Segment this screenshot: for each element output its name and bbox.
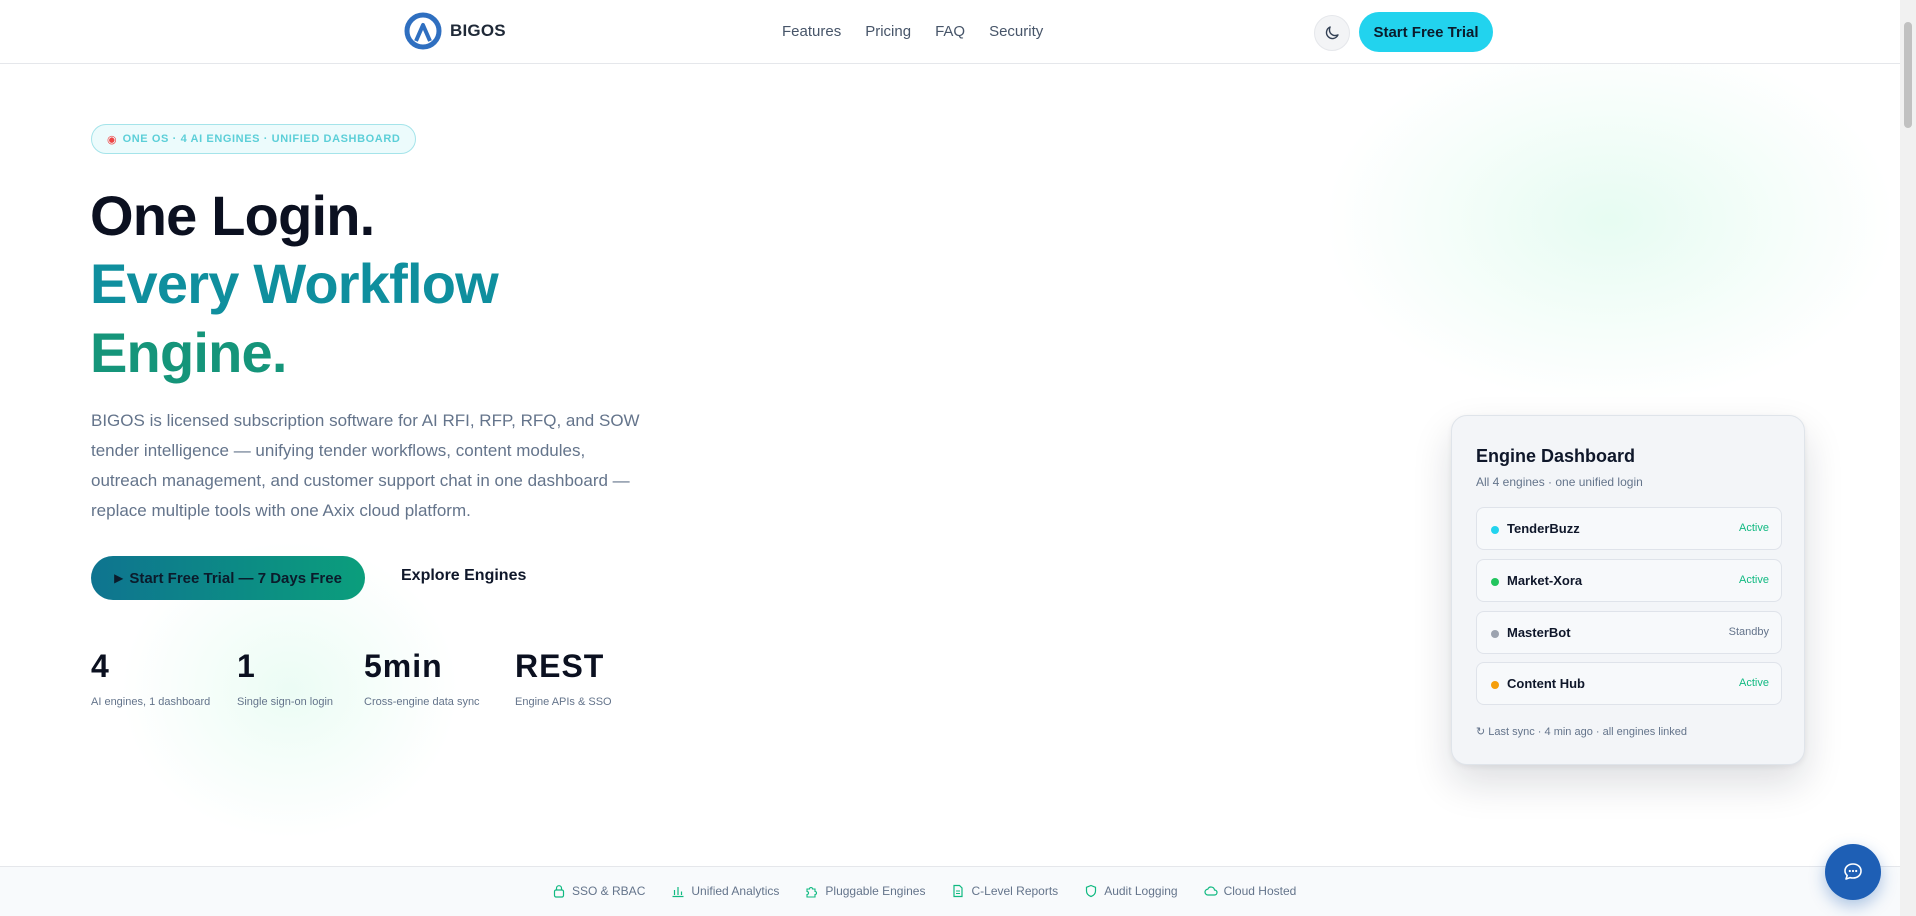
- engine-status: Standby: [1728, 626, 1769, 638]
- engine-dashboard-card: Engine Dashboard All 4 engines · one uni…: [1451, 415, 1805, 765]
- engine-name: MasterBot: [1507, 625, 1571, 640]
- status-dot: [1491, 526, 1499, 534]
- background-glow-right: [1330, 40, 1890, 400]
- lock-icon: [553, 885, 565, 898]
- status-dot: [1491, 630, 1499, 638]
- hero-badge-text: ONE OS · 4 AI ENGINES · UNIFIED DASHBOAR…: [122, 133, 401, 145]
- feature-reports: C-Level Reports: [951, 884, 1058, 898]
- nav-link-pricing[interactable]: Pricing: [865, 23, 911, 40]
- feature-label: Pluggable Engines: [825, 884, 926, 898]
- card-title: Engine Dashboard: [1476, 446, 1636, 466]
- nav-link-features[interactable]: Features: [782, 23, 841, 40]
- headline-line-2: Every Workflow: [90, 252, 499, 315]
- stat-value: 1: [237, 648, 256, 684]
- feature-label: Audit Logging: [1104, 884, 1178, 898]
- start-trial-primary-button[interactable]: ▶ Start Free Trial — 7 Days Free: [91, 556, 365, 600]
- engine-name: Market-Xora: [1507, 573, 1583, 588]
- engine-name: TenderBuzz: [1507, 521, 1580, 536]
- start-trial-primary-label: Start Free Trial — 7 Days Free: [129, 569, 342, 587]
- stat-api: REST Engine APIs & SSO: [515, 650, 612, 708]
- page-scrollbar[interactable]: [1900, 0, 1916, 916]
- moon-icon: [1325, 26, 1339, 40]
- shield-icon: [1086, 884, 1097, 898]
- explore-engines-link[interactable]: Explore Engines: [401, 567, 526, 585]
- chat-bubble-icon: [1844, 863, 1862, 880]
- brain-icon: ◉: [107, 133, 117, 146]
- feature-label: SSO & RBAC: [572, 884, 646, 898]
- stat-sso: 1 Single sign-on login: [237, 650, 333, 708]
- feature-cloud: Cloud Hosted: [1204, 884, 1297, 898]
- feature-audit: Audit Logging: [1084, 884, 1178, 898]
- stat-value: 5min: [364, 648, 443, 684]
- headline-line-3: Engine.: [90, 321, 287, 384]
- engine-status: Active: [1739, 677, 1769, 689]
- puzzle-icon: [806, 887, 818, 898]
- nav-links: Features Pricing FAQ Security: [782, 23, 1043, 40]
- feature-pluggable: Pluggable Engines: [805, 884, 925, 898]
- feature-sso: SSO & RBAC: [552, 884, 645, 898]
- stat-label: Cross-engine data sync: [364, 696, 480, 708]
- top-navigation: BIGOS Features Pricing FAQ Security Star…: [0, 0, 1900, 64]
- feature-label: C-Level Reports: [971, 884, 1059, 898]
- hero-description: BIGOS is licensed subscription software …: [91, 411, 640, 520]
- feature-bar: SSO & RBAC Unified Analytics Pluggable E…: [0, 866, 1900, 916]
- feature-label: Unified Analytics: [691, 884, 780, 898]
- stat-engines: 4 AI engines, 1 dashboard: [91, 650, 210, 708]
- engine-row-tenderbuzz[interactable]: TenderBuzz Active: [1476, 507, 1782, 550]
- engine-status: Active: [1739, 522, 1769, 534]
- document-icon: [953, 884, 964, 898]
- play-icon: ▶: [114, 571, 124, 585]
- stat-value: REST: [515, 648, 605, 684]
- last-sync-text: ↻ Last sync · 4 min ago · all engines li…: [1476, 726, 1687, 738]
- hero-badge: ◉ ONE OS · 4 AI ENGINES · UNIFIED DASHBO…: [91, 124, 417, 154]
- status-dot: [1491, 578, 1499, 586]
- stat-sync: 5min Cross-engine data sync: [364, 650, 480, 708]
- stat-label: Single sign-on login: [237, 696, 334, 708]
- feature-label: Cloud Hosted: [1223, 884, 1297, 898]
- stat-value: 4: [91, 648, 110, 684]
- feature-analytics: Unified Analytics: [671, 884, 779, 898]
- card-subtitle: All 4 engines · one unified login: [1476, 475, 1643, 489]
- brand-name: BIGOS: [450, 21, 506, 40]
- headline-line-1: One Login.: [90, 184, 375, 247]
- stat-label: AI engines, 1 dashboard: [91, 696, 211, 708]
- engine-row-content-hub[interactable]: Content Hub Active: [1476, 662, 1782, 705]
- nav-link-security[interactable]: Security: [989, 23, 1043, 40]
- engine-row-masterbot[interactable]: MasterBot Standby: [1476, 611, 1782, 654]
- cloud-icon: [1204, 886, 1218, 896]
- brand-logo[interactable]: BIGOS: [404, 12, 506, 50]
- stat-label: Engine APIs & SSO: [515, 696, 612, 708]
- engine-status: Active: [1739, 574, 1769, 586]
- bigos-logo-icon: [404, 12, 442, 50]
- feature-list: SSO & RBAC Unified Analytics Pluggable E…: [552, 884, 1296, 898]
- theme-toggle-button[interactable]: [1314, 15, 1350, 51]
- bar-chart-icon: [672, 887, 684, 898]
- start-free-trial-button[interactable]: Start Free Trial: [1359, 12, 1493, 52]
- engine-row-market-xora[interactable]: Market-Xora Active: [1476, 559, 1782, 602]
- engine-name: Content Hub: [1507, 676, 1585, 691]
- nav-link-faq[interactable]: FAQ: [935, 23, 965, 40]
- scrollbar-thumb[interactable]: [1904, 22, 1912, 128]
- chat-button[interactable]: [1825, 844, 1881, 900]
- status-dot: [1491, 681, 1499, 689]
